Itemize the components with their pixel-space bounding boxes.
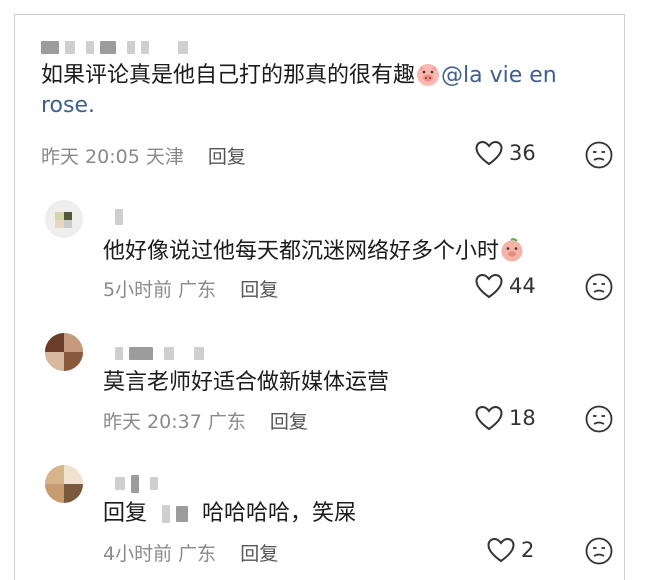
- comment-meta: 昨天 20:37 广东 回复: [103, 407, 308, 434]
- frown-face-icon: [585, 405, 613, 433]
- comment-meta: 昨天 20:05 天津 回复: [41, 142, 246, 169]
- location: 天津: [145, 146, 184, 168]
- timestamp: 4小时前: [103, 543, 173, 565]
- like-count: 2: [521, 538, 535, 562]
- like-count: 18: [509, 406, 536, 430]
- username-blurred[interactable]: [41, 37, 194, 55]
- frown-face-icon: [585, 537, 613, 565]
- comment-body: 哈哈哈哈，笑屎: [202, 501, 357, 526]
- timestamp: 昨天 20:05: [41, 146, 140, 168]
- like-button[interactable]: 36: [475, 140, 536, 166]
- heart-icon: [475, 405, 503, 431]
- location: 广东: [207, 411, 246, 433]
- reply-button[interactable]: 回复: [240, 543, 278, 565]
- like-button[interactable]: 2: [487, 537, 534, 563]
- reply-button[interactable]: 回复: [270, 411, 308, 433]
- timestamp: 昨天 20:37: [103, 411, 202, 433]
- username-blurred[interactable]: [115, 473, 164, 493]
- dislike-button[interactable]: [585, 141, 613, 173]
- timestamp: 5小时前: [103, 279, 173, 301]
- location: 广东: [178, 543, 217, 565]
- dislike-button[interactable]: [585, 273, 613, 305]
- location: 广东: [178, 279, 217, 301]
- comment-body: 他好像说过他每天都沉迷网络好多个小时: [103, 239, 500, 264]
- comment-body: 如果评论真是他自己打的那真的很有趣: [41, 63, 416, 88]
- comment-text: 他好像说过他每天都沉迷网络好多个小时: [103, 237, 525, 267]
- heart-icon: [475, 273, 503, 299]
- heart-icon: [475, 140, 503, 166]
- frown-face-icon: [585, 141, 613, 169]
- comment-text: 回复 哈哈哈哈，笑屎: [103, 499, 356, 529]
- comment-text: 如果评论真是他自己打的那真的很有趣 @la vie en rose.: [41, 61, 611, 121]
- comment-text: 莫言老师好适合做新媒体运营: [103, 368, 389, 398]
- comment-body: 莫言老师好适合做新媒体运营: [103, 370, 390, 395]
- comment-meta: 5小时前 广东 回复: [103, 275, 278, 302]
- heart-icon: [487, 537, 515, 563]
- frown-face-icon: [585, 273, 613, 301]
- dislike-button[interactable]: [585, 405, 613, 437]
- reply-button[interactable]: 回复: [240, 279, 278, 301]
- reply-button[interactable]: 回复: [208, 146, 246, 168]
- like-count: 36: [509, 141, 536, 165]
- comment-meta: 4小时前 广东 回复: [103, 539, 278, 566]
- username-blurred[interactable]: [115, 343, 210, 361]
- avatar[interactable]: [45, 200, 83, 238]
- peach-emoji-icon: [501, 238, 523, 262]
- reply-target-username-blurred[interactable]: [162, 499, 194, 529]
- pig-emoji-icon: [417, 64, 440, 86]
- reply-prefix: 回复: [103, 501, 148, 526]
- like-button[interactable]: 44: [475, 273, 536, 299]
- like-count: 44: [509, 274, 536, 298]
- avatar[interactable]: [45, 333, 83, 371]
- comment-thread: 如果评论真是他自己打的那真的很有趣 @la vie en rose. 昨天 20:…: [14, 14, 625, 580]
- dislike-button[interactable]: [585, 537, 613, 569]
- like-button[interactable]: 18: [475, 405, 536, 431]
- avatar[interactable]: [45, 465, 83, 503]
- username-blurred[interactable]: [115, 206, 129, 225]
